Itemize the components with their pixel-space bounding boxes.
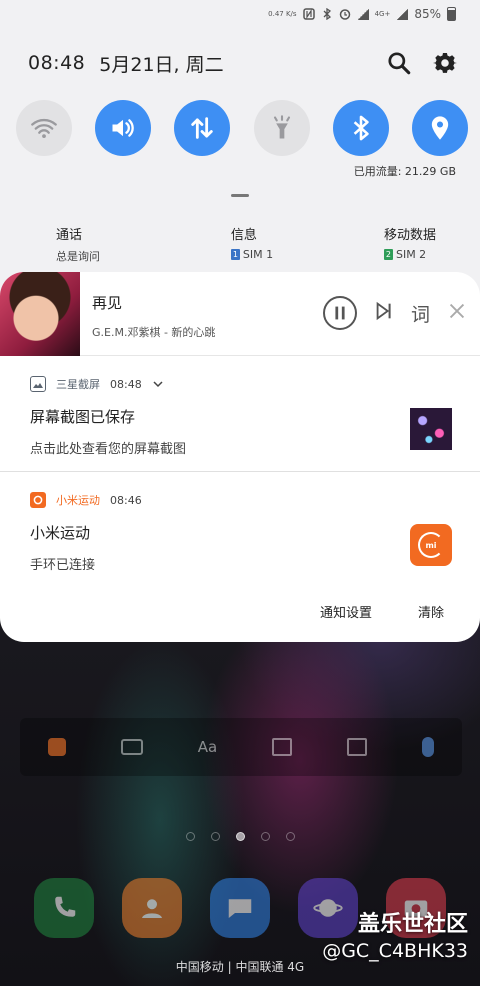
phone-app-icon[interactable]	[34, 878, 94, 938]
pause-button[interactable]	[322, 296, 357, 330]
sim-data-title: 移动数据	[383, 228, 436, 243]
watermark-title: 盖乐世社区	[357, 912, 468, 937]
sim-call[interactable]: 通话 总是询问	[56, 224, 100, 264]
flashlight-toggle[interactable]	[253, 100, 310, 156]
sim-call-value: 总是询问	[56, 250, 100, 263]
nfc-icon	[302, 8, 315, 20]
gear-icon[interactable]	[432, 50, 458, 76]
notification-app-name: 小米运动	[56, 494, 100, 507]
notification-screenshot[interactable]: 三星截屏 08:48 屏幕截图已保存 点击此处查看您的屏幕截图	[0, 356, 480, 472]
screenshot-thumbnail[interactable]	[410, 408, 452, 450]
net-speed: 0.47 K/s	[268, 9, 297, 18]
sim-message-row: 1 SIM 1	[230, 248, 274, 261]
skip-next-icon	[376, 301, 391, 321]
notification-time: 08:48	[110, 377, 142, 391]
page-dot	[210, 832, 220, 841]
location-pin-icon	[431, 116, 449, 140]
close-icon	[449, 303, 465, 319]
data-transfer-icon	[191, 117, 214, 139]
sound-toggle[interactable]	[95, 100, 152, 156]
next-track-button[interactable]	[373, 300, 395, 326]
date[interactable]: 5月21日, 周二	[99, 50, 223, 77]
battery-percent: 85%	[414, 7, 441, 21]
notification-mi-fit[interactable]: 小米运动 08:46 小米运动 手环已连接 mi	[0, 472, 480, 590]
lyrics-button[interactable]: 词	[411, 300, 430, 327]
sim-mobile-data[interactable]: 移动数据 2 SIM 2	[383, 224, 436, 264]
watermark-user: @GC_C4BHK33	[322, 940, 468, 962]
volume-icon	[112, 119, 134, 137]
notification-app-row: 小米运动 08:46	[30, 492, 142, 508]
mi-fit-large-icon: mi	[410, 524, 452, 566]
page-dot	[185, 832, 195, 841]
sim-data-value: SIM 2	[395, 248, 427, 261]
notification-app-name: 三星截屏	[56, 378, 100, 391]
notification-time: 08:46	[110, 493, 142, 507]
internet-app-icon[interactable]	[298, 878, 358, 938]
page-dot	[260, 832, 270, 841]
contacts-app-icon[interactable]	[122, 878, 182, 938]
signal-icon	[356, 8, 369, 20]
bluetooth-toggle[interactable]	[332, 100, 389, 156]
page-indicator	[0, 832, 480, 841]
wifi-toggle[interactable]	[16, 100, 72, 156]
battery-icon	[447, 7, 456, 21]
mobile-data-toggle[interactable]	[174, 100, 231, 156]
image-icon[interactable]	[347, 738, 368, 756]
alarm-icon	[339, 9, 350, 20]
sim-data-row: 2 SIM 2	[383, 248, 436, 261]
flashlight-icon	[273, 115, 290, 139]
song-artist: G.E.M.邓紫棋 - 新的心跳	[92, 326, 216, 339]
notification-app-row: 三星截屏 08:48	[30, 376, 164, 392]
notification-title: 屏幕截图已保存	[30, 408, 136, 426]
edit-icon[interactable]	[272, 738, 293, 756]
status-bar: 0.47 K/s 4G+ 85%	[0, 0, 480, 28]
mic-icon[interactable]	[422, 737, 435, 757]
sim-message-value: SIM 1	[242, 248, 274, 261]
notification-body: 手环已连接	[30, 558, 96, 573]
media-player[interactable]: 再见 G.E.M.邓紫棋 - 新的心跳 词	[0, 272, 480, 356]
sim-1-badge: 1	[230, 249, 240, 260]
data-usage-label: 已用流量: 21.29 GB	[353, 165, 456, 178]
header-row: 08:48 5月21日, 周二	[28, 48, 458, 78]
location-toggle[interactable]	[411, 100, 468, 156]
sim-settings: 通话 总是询问 信息 1 SIM 1 移动数据 2 SIM 2	[56, 224, 436, 264]
font-size-label[interactable]: Aa	[198, 738, 217, 756]
notification-footer: 通知设置 清除	[320, 602, 444, 621]
signal-icon-2	[396, 8, 409, 20]
chevron-down-icon[interactable]	[152, 378, 164, 390]
wifi-icon	[31, 118, 57, 139]
search-icon[interactable]	[386, 50, 412, 76]
notification-settings-button[interactable]: 通知设置	[320, 602, 372, 621]
bluetooth-status-icon	[323, 8, 331, 20]
page-dot-active	[235, 832, 245, 841]
mi-logo-icon: mi	[418, 532, 444, 558]
sim-message[interactable]: 信息 1 SIM 1	[230, 224, 274, 264]
sim-2-badge: 2	[383, 249, 393, 260]
search-widget[interactable]: Aa	[20, 718, 462, 776]
pause-icon	[335, 306, 345, 320]
messages-app-icon[interactable]	[210, 878, 270, 938]
keyboard-icon[interactable]	[120, 739, 143, 755]
page-dot	[285, 832, 295, 841]
album-art	[0, 272, 80, 356]
clock[interactable]: 08:48	[28, 52, 85, 74]
bluetooth-icon	[353, 115, 369, 141]
browser-icon[interactable]	[47, 738, 66, 756]
sim-message-title: 信息	[230, 228, 257, 243]
gallery-icon	[30, 376, 46, 392]
media-controls: 词	[322, 296, 468, 330]
shade-drag-handle[interactable]	[231, 194, 249, 197]
notification-list: 再见 G.E.M.邓紫棋 - 新的心跳 词 三星截屏 08:48 屏幕截图已保存…	[0, 272, 480, 642]
sim-call-title: 通话	[56, 228, 83, 243]
song-title: 再见	[92, 294, 123, 312]
notification-body: 点击此处查看您的屏幕截图	[30, 442, 187, 457]
network-type: 4G+	[374, 9, 391, 18]
notification-title: 小米运动	[30, 524, 91, 542]
clear-all-button[interactable]: 清除	[418, 602, 444, 621]
close-media-button[interactable]	[446, 300, 468, 326]
quick-settings-toggles	[16, 100, 468, 156]
mi-fit-app-icon	[30, 492, 46, 508]
